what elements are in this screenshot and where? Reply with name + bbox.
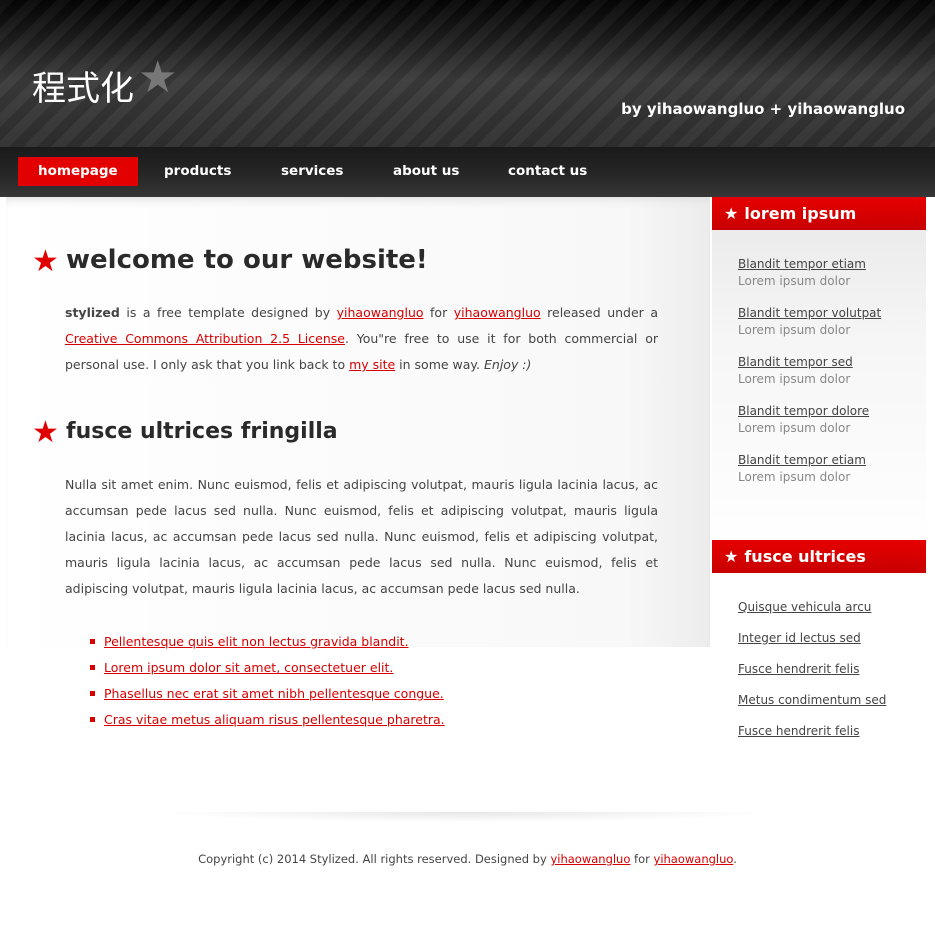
list-item: Pellentesque quis elit non lectus gravid…: [90, 629, 445, 655]
list-link[interactable]: Pellentesque quis elit non lectus gravid…: [104, 634, 409, 649]
list-item: Integer id lectus sed: [738, 631, 886, 662]
author-link[interactable]: yihaowangluo: [337, 305, 424, 320]
list-link[interactable]: Phasellus nec erat sit amet nibh pellent…: [104, 686, 444, 701]
sidebar-list: Blandit tempor etiam Lorem ipsum dolor B…: [738, 257, 881, 502]
section-heading: fusce ultrices fringilla: [66, 419, 338, 444]
list-item: Blandit tempor volutpat Lorem ipsum dolo…: [738, 306, 881, 355]
sidebar-link[interactable]: Integer id lectus sed: [738, 631, 886, 645]
list-item: Blandit tempor sed Lorem ipsum dolor: [738, 355, 881, 404]
list-link[interactable]: Cras vitae metus aliquam risus pellentes…: [104, 712, 445, 727]
star-icon: ★: [724, 204, 739, 223]
sidebar-subtext: Lorem ipsum dolor: [738, 274, 851, 288]
sidebar-title-text: lorem ipsum: [744, 204, 857, 223]
sidebar-title-fusce: ★ fusce ultrices: [712, 540, 926, 573]
section-paragraph: Nulla sit amet enim. Nunc euismod, felis…: [65, 477, 658, 596]
nav-about-us[interactable]: about us: [373, 157, 479, 186]
sidebar-link[interactable]: Blandit tempor etiam: [738, 257, 881, 271]
sidebar-title-text: fusce ultrices: [744, 547, 866, 566]
main-nav: homepage products services about us cont…: [0, 147, 935, 197]
enjoy-text: Enjoy :): [484, 357, 532, 372]
client-link[interactable]: yihaowangluo: [454, 305, 541, 320]
my-site-link[interactable]: my site: [349, 357, 395, 372]
sidebar-link[interactable]: Blandit tempor volutpat: [738, 306, 881, 320]
text-span: released under a: [540, 305, 658, 320]
nav-services[interactable]: services: [261, 157, 363, 186]
footer-text: for: [630, 852, 654, 866]
sidebar-subtext: Lorem ipsum dolor: [738, 421, 851, 435]
sidebar-link[interactable]: Fusce hendrerit felis: [738, 724, 886, 738]
sidebar-subtext: Lorem ipsum dolor: [738, 323, 851, 337]
logo-star-icon: ★: [138, 52, 178, 103]
text-span: in some way.: [395, 357, 484, 372]
list-item: Blandit tempor etiam Lorem ipsum dolor: [738, 257, 881, 306]
list-item: Phasellus nec erat sit amet nibh pellent…: [90, 681, 445, 707]
heading-star-icon: ★: [32, 244, 59, 279]
footer-author-link[interactable]: yihaowangluo: [550, 852, 630, 866]
footer-text: Copyright (c) 2014 Stylized. All rights …: [198, 852, 551, 866]
footer-text: .: [733, 852, 737, 866]
sidebar-link[interactable]: Metus condimentum sed: [738, 693, 886, 707]
header: 程式化 ★ by yihaowangluo + yihaowangluo: [0, 0, 935, 147]
nav-products[interactable]: products: [144, 157, 251, 186]
star-icon: ★: [724, 547, 739, 566]
heading-star-icon: ★: [32, 415, 59, 450]
welcome-paragraph: stylized is a free template designed by …: [65, 300, 658, 378]
header-tagline: by yihaowangluo + yihaowangluo: [621, 100, 905, 118]
license-link[interactable]: Creative Commons Attribution 2.5 License: [65, 331, 345, 346]
sidebar-title-lorem: ★ lorem ipsum: [712, 197, 926, 230]
list-item: Fusce hendrerit felis: [738, 724, 886, 755]
sidebar-link[interactable]: Blandit tempor dolore: [738, 404, 881, 418]
sidebar-link[interactable]: Quisque vehicula arcu: [738, 600, 886, 614]
sidebar-subtext: Lorem ipsum dolor: [738, 470, 851, 484]
text-span: for: [423, 305, 454, 320]
footer-divider: [155, 812, 780, 822]
footer-client-link[interactable]: yihaowangluo: [654, 852, 734, 866]
link-list: Pellentesque quis elit non lectus gravid…: [90, 629, 445, 733]
sidebar-link[interactable]: Fusce hendrerit felis: [738, 662, 886, 676]
list-item: Blandit tempor dolore Lorem ipsum dolor: [738, 404, 881, 453]
text-span: is a free template designed by: [119, 305, 337, 320]
list-item: Blandit tempor etiam Lorem ipsum dolor: [738, 453, 881, 502]
list-item: Lorem ipsum dolor sit amet, consectetuer…: [90, 655, 445, 681]
list-item: Quisque vehicula arcu: [738, 600, 886, 631]
brand-name: stylized: [65, 305, 120, 320]
sidebar-link[interactable]: Blandit tempor sed: [738, 355, 881, 369]
welcome-heading: welcome to our website!: [66, 245, 428, 275]
nav-contact-us[interactable]: contact us: [488, 157, 607, 186]
nav-homepage[interactable]: homepage: [18, 157, 138, 186]
sidebar-subtext: Lorem ipsum dolor: [738, 372, 851, 386]
sidebar-link[interactable]: Blandit tempor etiam: [738, 453, 881, 467]
list-item: Fusce hendrerit felis: [738, 662, 886, 693]
sidebar-list: Quisque vehicula arcu Integer id lectus …: [738, 600, 886, 755]
footer: Copyright (c) 2014 Stylized. All rights …: [0, 852, 935, 866]
list-link[interactable]: Lorem ipsum dolor sit amet, consectetuer…: [104, 660, 393, 675]
list-item: Cras vitae metus aliquam risus pellentes…: [90, 707, 445, 733]
list-item: Metus condimentum sed: [738, 693, 886, 724]
site-logo[interactable]: 程式化: [32, 72, 134, 106]
